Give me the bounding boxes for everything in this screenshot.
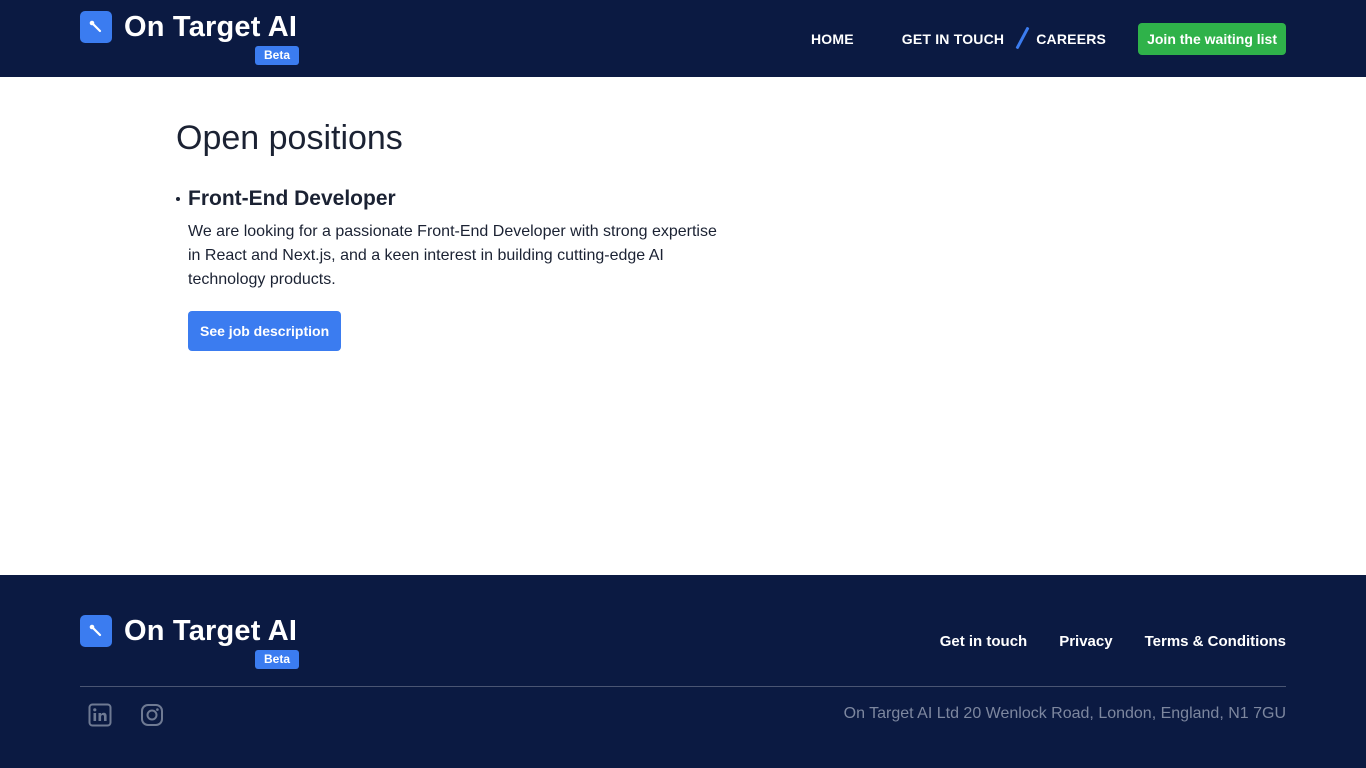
target-arrow-icon (80, 615, 112, 647)
beta-badge: Beta (255, 46, 300, 65)
target-arrow-icon (80, 11, 112, 43)
main-nav: HOME GET IN TOUCH CAREERS Join the waiti… (811, 23, 1286, 55)
main-content: Open positions Front-End Developer We ar… (176, 116, 736, 351)
brand-logo[interactable]: On Target AI Beta (80, 11, 300, 65)
brand-name: On Target AI (124, 11, 298, 43)
linkedin-icon[interactable] (88, 703, 112, 732)
nav-careers-label: CAREERS (1036, 31, 1107, 47)
nav-home-link[interactable]: HOME (811, 31, 854, 47)
footer-privacy-link[interactable]: Privacy (1059, 633, 1112, 650)
footer-brand-logo[interactable]: On Target AI Beta (80, 615, 300, 669)
social-links (88, 703, 192, 732)
page-title: Open positions (176, 119, 403, 157)
job-description: We are looking for a passionate Front-En… (188, 223, 717, 288)
footer-get-in-touch-link[interactable]: Get in touch (940, 633, 1028, 650)
footer-terms-link[interactable]: Terms & Conditions (1145, 633, 1286, 650)
see-job-description-button[interactable]: See job description (188, 311, 342, 351)
job-listing-item: Front-End Developer We are looking for a… (176, 186, 736, 351)
nav-careers-link[interactable]: CAREERS (1015, 26, 1107, 50)
footer-divider (80, 686, 1286, 687)
footer-beta-badge: Beta (255, 650, 300, 669)
join-waiting-list-button[interactable]: Join the waiting list (1138, 23, 1286, 55)
active-indicator-icon (1015, 26, 1030, 50)
footer-brand-name: On Target AI (124, 615, 298, 647)
job-title: Front-End Developer (188, 187, 396, 210)
site-footer: On Target AI Beta Get in touch Privacy T… (0, 575, 1366, 768)
nav-get-in-touch-link[interactable]: GET IN TOUCH (902, 31, 1004, 47)
bullet-icon (176, 197, 180, 201)
footer-links: Get in touch Privacy Terms & Conditions (908, 633, 1286, 650)
site-header: On Target AI Beta HOME GET IN TOUCH CARE… (0, 0, 1366, 77)
instagram-icon[interactable] (140, 703, 164, 732)
company-address: On Target AI Ltd 20 Wenlock Road, London… (843, 705, 1286, 722)
